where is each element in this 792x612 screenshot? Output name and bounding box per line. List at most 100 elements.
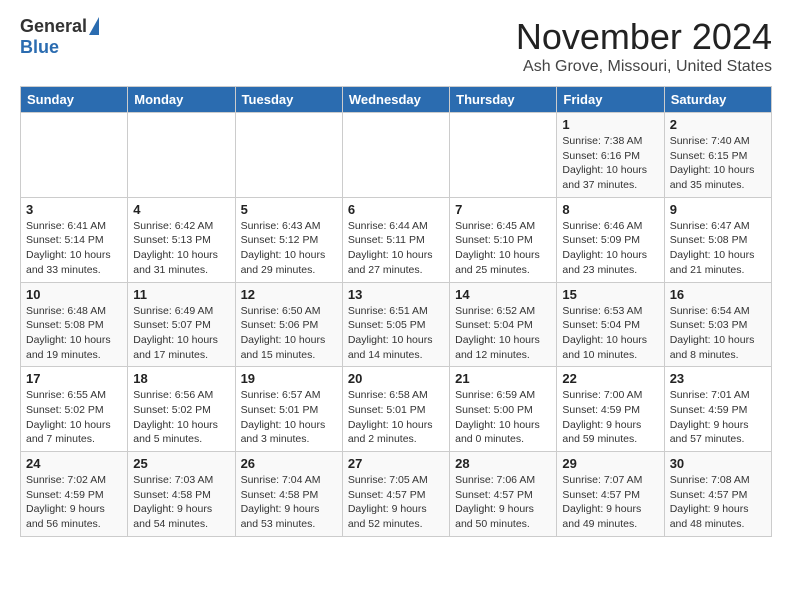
day-number: 21 (455, 371, 551, 386)
title-block: November 2024 Ash Grove, Missouri, Unite… (516, 16, 772, 76)
day-info: Sunrise: 7:40 AM Sunset: 6:15 PM Dayligh… (670, 134, 766, 193)
calendar-cell: 6Sunrise: 6:44 AM Sunset: 5:11 PM Daylig… (342, 197, 449, 282)
calendar-cell: 23Sunrise: 7:01 AM Sunset: 4:59 PM Dayli… (664, 367, 771, 452)
day-info: Sunrise: 7:07 AM Sunset: 4:57 PM Dayligh… (562, 473, 658, 532)
calendar-cell: 28Sunrise: 7:06 AM Sunset: 4:57 PM Dayli… (450, 452, 557, 537)
day-info: Sunrise: 7:02 AM Sunset: 4:59 PM Dayligh… (26, 473, 122, 532)
calendar-header-wednesday: Wednesday (342, 87, 449, 113)
day-info: Sunrise: 7:05 AM Sunset: 4:57 PM Dayligh… (348, 473, 444, 532)
logo-general-text: General (20, 16, 87, 37)
day-info: Sunrise: 7:00 AM Sunset: 4:59 PM Dayligh… (562, 388, 658, 447)
calendar-cell: 22 Sunrise: 7:00 AM Sunset: 4:59 PM Dayli… (557, 367, 664, 452)
calendar-cell: 8Sunrise: 6:46 AM Sunset: 5:09 PM Daylig… (557, 197, 664, 282)
calendar-header-sunday: Sunday (21, 87, 128, 113)
day-info: Sunrise: 6:58 AM Sunset: 5:01 PM Dayligh… (348, 388, 444, 447)
calendar-cell: 15Sunrise: 6:53 AM Sunset: 5:04 PM Dayli… (557, 282, 664, 367)
day-info: Sunrise: 6:55 AM Sunset: 5:02 PM Dayligh… (26, 388, 122, 447)
day-number: 11 (133, 287, 229, 302)
calendar-cell: 24 Sunrise: 7:02 AM Sunset: 4:59 PM Dayli… (21, 452, 128, 537)
day-number: 29 (562, 456, 658, 471)
day-number: 14 (455, 287, 551, 302)
calendar-cell: 18 Sunrise: 6:56 AM Sunset: 5:02 PM Dayli… (128, 367, 235, 452)
calendar-cell: 2 Sunrise: 7:40 AM Sunset: 6:15 PM Daylig… (664, 113, 771, 198)
calendar-cell: 26Sunrise: 7:04 AM Sunset: 4:58 PM Dayli… (235, 452, 342, 537)
calendar-week-row: 1 Sunrise: 7:38 AM Sunset: 6:16 PM Daylig… (21, 113, 772, 198)
day-info: Sunrise: 7:38 AM Sunset: 6:16 PM Dayligh… (562, 134, 658, 193)
day-number: 5 (241, 202, 337, 217)
day-info: Sunrise: 7:06 AM Sunset: 4:57 PM Dayligh… (455, 473, 551, 532)
day-info: Sunrise: 6:47 AM Sunset: 5:08 PM Dayligh… (670, 219, 766, 278)
calendar-week-row: 24 Sunrise: 7:02 AM Sunset: 4:59 PM Dayli… (21, 452, 772, 537)
day-number: 3 (26, 202, 122, 217)
page: General Blue November 2024 Ash Grove, Mi… (0, 0, 792, 549)
day-info: Sunrise: 6:57 AM Sunset: 5:01 PM Dayligh… (241, 388, 337, 447)
day-number: 18 (133, 371, 229, 386)
calendar-cell: 11 Sunrise: 6:49 AM Sunset: 5:07 PM Dayli… (128, 282, 235, 367)
day-info: Sunrise: 7:03 AM Sunset: 4:58 PM Dayligh… (133, 473, 229, 532)
calendar-week-row: 17 Sunrise: 6:55 AM Sunset: 5:02 PM Dayli… (21, 367, 772, 452)
calendar-cell (21, 113, 128, 198)
calendar-week-row: 3 Sunrise: 6:41 AM Sunset: 5:14 PM Daylig… (21, 197, 772, 282)
calendar-cell: 3 Sunrise: 6:41 AM Sunset: 5:14 PM Daylig… (21, 197, 128, 282)
calendar-cell: 10 Sunrise: 6:48 AM Sunset: 5:08 PM Dayli… (21, 282, 128, 367)
calendar-header-monday: Monday (128, 87, 235, 113)
day-info: Sunrise: 6:46 AM Sunset: 5:09 PM Dayligh… (562, 219, 658, 278)
day-number: 26 (241, 456, 337, 471)
calendar-cell: 7 Sunrise: 6:45 AM Sunset: 5:10 PM Daylig… (450, 197, 557, 282)
day-number: 25 (133, 456, 229, 471)
day-info: Sunrise: 6:43 AM Sunset: 5:12 PM Dayligh… (241, 219, 337, 278)
calendar-cell: 27 Sunrise: 7:05 AM Sunset: 4:57 PM Dayli… (342, 452, 449, 537)
day-info: Sunrise: 6:44 AM Sunset: 5:11 PM Dayligh… (348, 219, 444, 278)
day-number: 27 (348, 456, 444, 471)
day-number: 2 (670, 117, 766, 132)
calendar-cell: 20 Sunrise: 6:58 AM Sunset: 5:01 PM Dayli… (342, 367, 449, 452)
day-number: 10 (26, 287, 122, 302)
day-number: 16 (670, 287, 766, 302)
calendar-cell: 29 Sunrise: 7:07 AM Sunset: 4:57 PM Dayli… (557, 452, 664, 537)
calendar-cell: 25 Sunrise: 7:03 AM Sunset: 4:58 PM Dayli… (128, 452, 235, 537)
day-number: 13 (348, 287, 444, 302)
day-number: 7 (455, 202, 551, 217)
day-info: Sunrise: 6:51 AM Sunset: 5:05 PM Dayligh… (348, 304, 444, 363)
calendar-cell (128, 113, 235, 198)
day-info: Sunrise: 6:41 AM Sunset: 5:14 PM Dayligh… (26, 219, 122, 278)
day-number: 20 (348, 371, 444, 386)
calendar-header-saturday: Saturday (664, 87, 771, 113)
calendar-cell: 13 Sunrise: 6:51 AM Sunset: 5:05 PM Dayli… (342, 282, 449, 367)
day-info: Sunrise: 6:49 AM Sunset: 5:07 PM Dayligh… (133, 304, 229, 363)
calendar-cell (235, 113, 342, 198)
calendar: SundayMondayTuesdayWednesdayThursdayFrid… (20, 86, 772, 537)
logo-blue-text: Blue (20, 37, 59, 58)
day-number: 9 (670, 202, 766, 217)
day-info: Sunrise: 6:52 AM Sunset: 5:04 PM Dayligh… (455, 304, 551, 363)
day-info: Sunrise: 6:45 AM Sunset: 5:10 PM Dayligh… (455, 219, 551, 278)
day-number: 19 (241, 371, 337, 386)
day-number: 22 (562, 371, 658, 386)
day-info: Sunrise: 7:01 AM Sunset: 4:59 PM Dayligh… (670, 388, 766, 447)
calendar-cell: 17 Sunrise: 6:55 AM Sunset: 5:02 PM Dayli… (21, 367, 128, 452)
calendar-cell: 4Sunrise: 6:42 AM Sunset: 5:13 PM Daylig… (128, 197, 235, 282)
day-number: 4 (133, 202, 229, 217)
calendar-cell: 1 Sunrise: 7:38 AM Sunset: 6:16 PM Daylig… (557, 113, 664, 198)
calendar-cell (450, 113, 557, 198)
calendar-cell: 21 Sunrise: 6:59 AM Sunset: 5:00 PM Dayli… (450, 367, 557, 452)
day-info: Sunrise: 6:59 AM Sunset: 5:00 PM Dayligh… (455, 388, 551, 447)
logo-triangle-icon (89, 17, 99, 35)
calendar-cell (342, 113, 449, 198)
day-number: 12 (241, 287, 337, 302)
day-number: 24 (26, 456, 122, 471)
calendar-header-row: SundayMondayTuesdayWednesdayThursdayFrid… (21, 87, 772, 113)
day-info: Sunrise: 6:50 AM Sunset: 5:06 PM Dayligh… (241, 304, 337, 363)
calendar-cell: 9 Sunrise: 6:47 AM Sunset: 5:08 PM Daylig… (664, 197, 771, 282)
logo: General Blue (20, 16, 99, 58)
calendar-cell: 30Sunrise: 7:08 AM Sunset: 4:57 PM Dayli… (664, 452, 771, 537)
calendar-cell: 16Sunrise: 6:54 AM Sunset: 5:03 PM Dayli… (664, 282, 771, 367)
calendar-cell: 5 Sunrise: 6:43 AM Sunset: 5:12 PM Daylig… (235, 197, 342, 282)
calendar-cell: 14 Sunrise: 6:52 AM Sunset: 5:04 PM Dayli… (450, 282, 557, 367)
day-number: 1 (562, 117, 658, 132)
day-number: 17 (26, 371, 122, 386)
calendar-header-friday: Friday (557, 87, 664, 113)
day-number: 15 (562, 287, 658, 302)
day-info: Sunrise: 6:48 AM Sunset: 5:08 PM Dayligh… (26, 304, 122, 363)
day-info: Sunrise: 6:56 AM Sunset: 5:02 PM Dayligh… (133, 388, 229, 447)
